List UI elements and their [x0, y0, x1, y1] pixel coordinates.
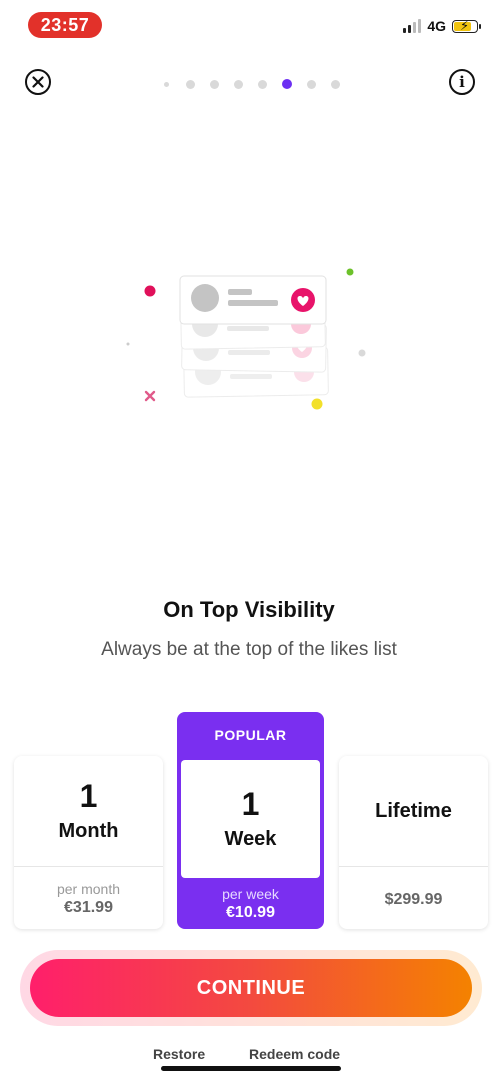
popular-badge: POPULAR [214, 727, 287, 743]
page-dot [210, 80, 219, 89]
info-button[interactable]: i [449, 69, 475, 95]
feature-subtitle: Always be at the top of the likes list [101, 639, 397, 660]
confetti-dot [311, 398, 323, 410]
card-stack [179, 275, 329, 398]
plan-pricing: per month €31.99 [14, 867, 163, 929]
plan-unit: Week [224, 827, 277, 850]
info-icon: i [459, 72, 465, 91]
confetti-cross [144, 390, 156, 402]
plan-pricing: per week €10.99 [177, 878, 324, 929]
plan-card-week[interactable]: POPULAR 1 Week per week €10.99 [177, 712, 324, 929]
plan-number: 1 [241, 785, 260, 822]
plan-pricing: $299.99 [339, 867, 488, 929]
page-dot-active [282, 79, 292, 89]
page-dot [307, 80, 316, 89]
status-time: 23:57 [28, 12, 102, 38]
close-button[interactable] [25, 69, 51, 95]
plan-duration: 1 Month [14, 756, 163, 867]
plan-card-month[interactable]: 1 Month per month €31.99 [14, 756, 163, 929]
plan-price: €31.99 [64, 898, 113, 916]
plan-duration: Lifetime [339, 756, 488, 867]
page-dot [164, 82, 169, 87]
page-dot [331, 80, 340, 89]
home-indicator[interactable] [161, 1066, 341, 1071]
page-dot [186, 80, 195, 89]
continue-button-glow: CONTINUE [20, 950, 482, 1026]
plan-period-label: per month [56, 880, 121, 897]
confetti-dot [126, 342, 130, 346]
stacked-like-cards-illustration [126, 268, 366, 410]
plan-duration: 1 Week [181, 760, 320, 878]
plan-number: 1 [79, 777, 98, 814]
restore-link[interactable]: Restore [153, 1046, 205, 1062]
confetti-dot [358, 349, 366, 357]
plan-price: $299.99 [384, 890, 443, 908]
cellular-signal-icon [403, 19, 422, 33]
plan-card-lifetime[interactable]: Lifetime $299.99 [339, 756, 488, 929]
battery-charging-icon: ⚡ [452, 18, 481, 33]
confetti-dot [346, 268, 354, 276]
redeem-code-link[interactable]: Redeem code [249, 1046, 340, 1062]
plan-price: €10.99 [226, 903, 275, 921]
page-dot [258, 80, 267, 89]
plan-lifetime-label: Lifetime [375, 799, 452, 822]
close-icon [32, 76, 44, 88]
page-dot [234, 80, 243, 89]
plan-period-label: per week [222, 885, 279, 902]
network-type: 4G [427, 18, 446, 34]
status-indicators: 4G ⚡ [403, 18, 481, 34]
page-indicator [160, 79, 350, 91]
continue-button[interactable]: CONTINUE [30, 959, 472, 1017]
plan-unit: Month [58, 819, 119, 842]
confetti-dot [144, 285, 156, 297]
feature-title: On Top Visibility [163, 597, 335, 622]
